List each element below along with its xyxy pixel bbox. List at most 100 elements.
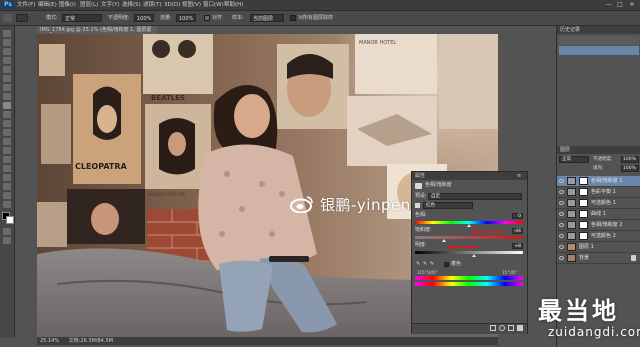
mode-select[interactable]: 正常	[62, 14, 102, 22]
saturation-slider-thumb[interactable]	[442, 239, 446, 242]
sample-all-checkbox[interactable]	[290, 15, 296, 21]
channel-select[interactable]: 红色	[423, 202, 473, 209]
brush-preset-picker[interactable]	[16, 14, 28, 22]
layer-mask-thumb[interactable]	[579, 210, 588, 218]
menu-select[interactable]: 选择(S)	[122, 1, 141, 9]
lasso-tool-icon[interactable]	[3, 48, 11, 55]
layer-name[interactable]: 色彩平衡 1	[591, 188, 616, 196]
eye-icon[interactable]	[559, 245, 564, 249]
menu-window[interactable]: 窗口(W)	[203, 1, 224, 9]
pen-tool-icon[interactable]	[3, 156, 11, 163]
properties-panel-header[interactable]: 属性	[412, 172, 527, 180]
move-tool-icon[interactable]	[3, 30, 11, 37]
marquee-tool-icon[interactable]	[3, 39, 11, 46]
sample-select[interactable]: 当前图层	[250, 14, 284, 22]
history-state-row[interactable]	[559, 46, 639, 55]
eye-icon[interactable]	[559, 212, 564, 216]
layer-mask-thumb[interactable]	[579, 232, 588, 240]
path-selection-tool-icon[interactable]	[3, 174, 11, 181]
lightness-slider-track[interactable]	[415, 251, 523, 254]
shape-tool-icon[interactable]	[3, 183, 11, 190]
layer-row[interactable]: 可选颜色 1	[557, 198, 640, 209]
layer-mask-thumb[interactable]	[579, 199, 588, 207]
zoom-level[interactable]: 25.14%	[40, 338, 59, 344]
menu-layer[interactable]: 图层(L)	[80, 1, 98, 9]
visibility-toggle-icon[interactable]	[499, 325, 505, 331]
document-tab[interactable]: IMG_1784.jpg @ 25.1% (色相/饱和度 1, 图层蒙版/8) …	[37, 26, 157, 41]
gradient-tool-icon[interactable]	[3, 129, 11, 136]
clip-to-layer-icon[interactable]	[490, 325, 496, 331]
menu-filter[interactable]: 滤镜(T)	[143, 1, 162, 9]
menu-help[interactable]: 帮助(H)	[224, 1, 243, 9]
close-button[interactable]: ✕	[627, 1, 637, 9]
layer-mask-thumb[interactable]	[579, 177, 588, 185]
eye-icon[interactable]	[559, 256, 564, 260]
aligned-checkbox[interactable]	[204, 15, 210, 21]
eyedropper-add-icon[interactable]: ✎	[423, 262, 428, 267]
layer-mask-thumb[interactable]	[579, 221, 588, 229]
saturation-value[interactable]: -44	[512, 228, 523, 234]
lightness-slider-thumb[interactable]	[472, 254, 476, 257]
opacity-input[interactable]: 100%	[134, 14, 154, 22]
layer-row[interactable]: 色相/饱和度 1	[557, 176, 640, 187]
background-color-swatch[interactable]	[6, 216, 14, 224]
eyedropper-tool-icon[interactable]	[3, 75, 11, 82]
saturation-slider-track[interactable]	[415, 236, 523, 239]
layer-fill-input[interactable]: 100%	[621, 165, 639, 172]
healing-brush-tool-icon[interactable]	[3, 84, 11, 91]
type-tool-icon[interactable]	[3, 165, 11, 172]
delete-icon[interactable]	[517, 325, 523, 331]
layer-row[interactable]: 色彩平衡 1	[557, 187, 640, 198]
flow-input[interactable]: 100%	[176, 14, 196, 22]
menu-3d[interactable]: 3D(D)	[164, 1, 180, 9]
menu-image[interactable]: 图像(I)	[59, 1, 76, 9]
blend-mode-select[interactable]: 正常	[559, 156, 589, 163]
screen-mode-icon[interactable]	[3, 237, 11, 244]
menu-edit[interactable]: 编辑(E)	[38, 1, 57, 9]
colorize-checkbox[interactable]	[444, 262, 449, 267]
blur-tool-icon[interactable]	[3, 138, 11, 145]
layer-name[interactable]: 可选颜色 1	[591, 199, 616, 207]
history-brush-tool-icon[interactable]	[3, 111, 11, 118]
hue-value[interactable]: 0	[512, 213, 523, 219]
minimize-button[interactable]: —	[604, 1, 614, 9]
layer-name[interactable]: 可选颜色 2	[591, 232, 616, 240]
layer-row[interactable]: 图层 1	[557, 242, 640, 253]
history-snapshot-row[interactable]	[559, 36, 639, 45]
preset-select[interactable]: 自定	[428, 193, 522, 200]
brush-tool-icon[interactable]	[3, 93, 11, 100]
stamp-tool-icon[interactable]	[3, 14, 12, 22]
eye-icon[interactable]	[559, 179, 564, 183]
layer-name[interactable]: 色相/饱和度 1	[591, 177, 622, 185]
reset-icon[interactable]	[508, 325, 514, 331]
menu-file[interactable]: 文件(F)	[17, 1, 35, 9]
eraser-tool-icon[interactable]	[3, 120, 11, 127]
hand-tool-icon[interactable]	[3, 192, 11, 199]
dodge-tool-icon[interactable]	[3, 147, 11, 154]
layer-row[interactable]: 可选颜色 2	[557, 231, 640, 242]
layer-row[interactable]: 曲线 1	[557, 209, 640, 220]
layer-mask-thumb[interactable]	[579, 188, 588, 196]
crop-tool-icon[interactable]	[3, 66, 11, 73]
layer-opacity-input[interactable]: 100%	[621, 156, 639, 163]
clone-stamp-tool-icon[interactable]	[3, 102, 11, 109]
eye-icon[interactable]	[559, 201, 564, 205]
history-panel-header[interactable]: 历史记录	[557, 26, 640, 34]
eye-icon[interactable]	[559, 190, 564, 194]
quick-mask-icon[interactable]	[3, 228, 11, 235]
lightness-value[interactable]: +8	[512, 243, 523, 249]
magic-wand-tool-icon[interactable]	[3, 57, 11, 64]
menu-type[interactable]: 文字(Y)	[101, 1, 120, 9]
layers-panel-header[interactable]: 图层	[557, 146, 640, 154]
panel-menu-icon[interactable]: ≡	[517, 173, 525, 179]
layer-name[interactable]: 色相/饱和度 2	[591, 221, 622, 229]
eye-icon[interactable]	[559, 234, 564, 238]
eyedropper-subtract-icon[interactable]: ✎	[430, 262, 435, 267]
eyedropper-icon[interactable]: ✎	[416, 262, 421, 267]
eye-icon[interactable]	[559, 223, 564, 227]
layer-name[interactable]: 图层 1	[579, 243, 594, 251]
layer-name[interactable]: 曲线 1	[591, 210, 606, 218]
hue-slider-thumb[interactable]	[467, 224, 471, 227]
menu-view[interactable]: 视图(V)	[182, 1, 201, 9]
layer-row[interactable]: 色相/饱和度 2	[557, 220, 640, 231]
